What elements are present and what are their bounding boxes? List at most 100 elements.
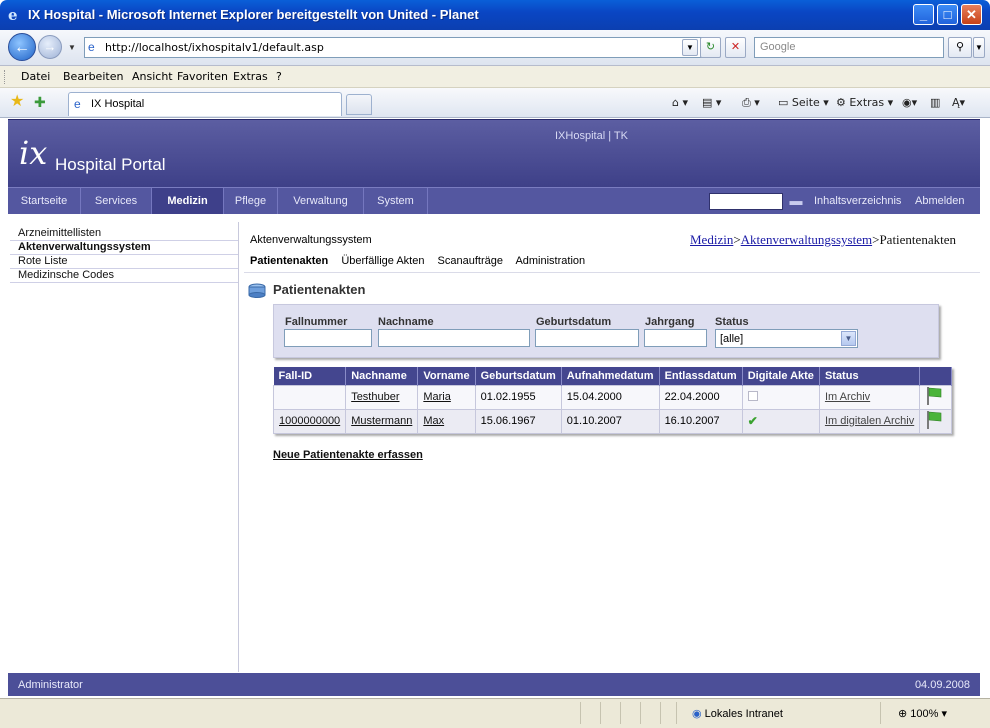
stop-icon[interactable]: ✕ xyxy=(725,37,746,58)
feeds-icon[interactable]: ▤ ▾ xyxy=(702,96,721,109)
breadcrumb-current: Patientenakten xyxy=(879,232,956,247)
sidebar-item-arzneimittellisten[interactable]: Arzneimittellisten xyxy=(18,227,238,240)
col-geburtsdatum[interactable]: Geburtsdatum xyxy=(475,367,562,385)
search-input[interactable]: Google xyxy=(754,37,944,58)
nachname-input[interactable] xyxy=(378,329,530,347)
cell-fall-id xyxy=(272,384,347,410)
link-status[interactable]: Im Archiv xyxy=(825,391,870,403)
translate-icon[interactable]: Ą▾ xyxy=(952,96,965,109)
col-status[interactable]: Status xyxy=(819,367,921,385)
nav-system[interactable]: System xyxy=(364,188,428,214)
col-aufnahmedatum[interactable]: Aufnahmedatum xyxy=(561,367,660,385)
nav-medizin[interactable]: Medizin xyxy=(152,188,224,214)
page-menu[interactable]: ▭ Seite ▾ xyxy=(778,96,829,109)
divider xyxy=(580,702,581,724)
nav-services[interactable]: Services xyxy=(81,188,152,214)
zoom-level[interactable]: ⊕ 100% ▾ xyxy=(898,707,947,720)
portal-footer: Administrator 04.09.2008 xyxy=(8,673,980,696)
link-vorname[interactable]: Maria xyxy=(423,391,451,403)
sidebar-item-rote-liste[interactable]: Rote Liste xyxy=(18,255,238,268)
help-icon[interactable]: ◉▾ xyxy=(902,96,917,109)
back-button[interactable]: ← xyxy=(8,33,36,61)
maximize-button[interactable]: □ xyxy=(937,4,958,25)
menu-favoriten[interactable]: Favoriten xyxy=(177,70,228,83)
menu-extras[interactable]: Extras xyxy=(233,70,268,83)
ie-logo-icon: e xyxy=(8,6,18,24)
refresh-icon[interactable]: ↻ xyxy=(700,37,721,58)
tab-bar: ★ ✚ e IX Hospital ⌂ ▾ ▤ ▾ ⎙ ▾ ▭ Seite ▾ … xyxy=(0,88,990,118)
cell-entlassdatum: 22.04.2000 xyxy=(658,384,743,410)
toc-link[interactable]: Inhaltsverzeichnis xyxy=(814,195,901,207)
tab-administration[interactable]: Administration xyxy=(515,255,585,267)
search-options-icon[interactable]: ▼ xyxy=(973,37,985,58)
address-dropdown-icon[interactable]: ▼ xyxy=(682,39,698,56)
logout-link[interactable]: Abmelden xyxy=(915,195,965,207)
research-icon[interactable]: ▥ xyxy=(930,96,940,109)
user-info[interactable]: IXHospital | TK xyxy=(555,130,628,142)
status-bar: ◉ Lokales Intranet ⊕ 100% ▾ xyxy=(0,698,990,728)
link-nachname[interactable]: Mustermann xyxy=(351,415,412,427)
page-icon: e xyxy=(88,40,95,54)
divider xyxy=(640,702,641,724)
link-fall-id[interactable]: 1000000000 xyxy=(279,415,340,427)
favorites-star-icon[interactable]: ★ xyxy=(10,94,24,110)
sidebar-item-medizinsche-codes[interactable]: Medizinsche Codes xyxy=(18,269,238,282)
col-vorname[interactable]: Vorname xyxy=(417,367,476,385)
forward-button[interactable]: → xyxy=(38,35,62,59)
geburtsdatum-input[interactable] xyxy=(535,329,639,347)
print-icon[interactable]: ⎙ ▾ xyxy=(742,96,760,110)
sidebar-divider xyxy=(238,222,239,672)
address-field[interactable]: e http://localhost/ixhospitalv1/default.… xyxy=(84,37,716,58)
menu-ansicht[interactable]: Ansicht xyxy=(132,70,173,83)
sidebar-item-aktenverwaltung[interactable]: Aktenverwaltungssystem xyxy=(18,241,238,254)
digital-checkbox-empty xyxy=(747,390,758,401)
col-nachname[interactable]: Nachname xyxy=(345,367,419,385)
table-row: Testhuber Maria 01.02.1955 15.04.2000 22… xyxy=(272,384,953,410)
link-nachname[interactable]: Testhuber xyxy=(351,391,399,403)
label-jahrgang: Jahrgang xyxy=(645,316,695,328)
fallnummer-input[interactable] xyxy=(284,329,372,347)
col-digitale-akte[interactable]: Digitale Akte xyxy=(742,367,820,385)
divider xyxy=(660,702,661,724)
new-record-link[interactable]: Neue Patientenakte erfassen xyxy=(273,449,423,461)
section-title: Patientenakten xyxy=(273,282,366,297)
menu-help[interactable]: ? xyxy=(276,70,282,83)
link-status[interactable]: Im digitalen Archiv xyxy=(825,415,914,427)
portal-logo: ix xyxy=(19,134,48,172)
add-favorite-icon[interactable]: ✚ xyxy=(34,94,46,110)
status-select[interactable]: [alle] ▼ xyxy=(715,329,858,348)
flag-icon[interactable] xyxy=(925,410,943,430)
label-nachname: Nachname xyxy=(378,316,434,328)
speech-bubble-icon[interactable]: ▬ xyxy=(786,193,806,210)
table-header-row: Fall-ID Nachname Vorname Geburtsdatum Au… xyxy=(273,367,953,385)
menu-bearbeiten[interactable]: Bearbeiten xyxy=(63,70,123,83)
col-fall-id[interactable]: Fall-ID xyxy=(273,367,347,385)
breadcrumb-medizin[interactable]: Medizin xyxy=(690,232,733,247)
col-flag xyxy=(919,367,953,385)
nav-pflege[interactable]: Pflege xyxy=(224,188,278,214)
menu-datei[interactable]: Datei xyxy=(21,70,50,83)
minimize-button[interactable]: _ xyxy=(913,4,934,25)
tab-ueberfaellige-akten[interactable]: Überfällige Akten xyxy=(341,255,424,267)
tools-menu[interactable]: ⚙ Extras ▾ xyxy=(836,96,893,109)
new-tab-button[interactable] xyxy=(346,94,372,115)
cell-aufnahmedatum: 15.04.2000 xyxy=(560,384,660,410)
tab-patientenakten[interactable]: Patientenakten xyxy=(250,255,328,267)
chevron-down-icon: ▼ xyxy=(841,331,856,346)
home-icon[interactable]: ⌂ ▾ xyxy=(672,96,688,109)
nav-verwaltung[interactable]: Verwaltung xyxy=(278,188,364,214)
jahrgang-input[interactable] xyxy=(644,329,707,347)
flag-icon[interactable] xyxy=(925,386,943,406)
link-vorname[interactable]: Max xyxy=(423,415,444,427)
cell-geburtsdatum: 15.06.1967 xyxy=(474,408,562,434)
search-icon[interactable]: ⚲ xyxy=(948,37,972,58)
breadcrumb-aktenverwaltung[interactable]: Aktenverwaltungssystem xyxy=(741,232,872,247)
col-entlassdatum[interactable]: Entlassdatum xyxy=(659,367,743,385)
patient-records-icon xyxy=(248,283,266,298)
portal-search-input[interactable] xyxy=(709,193,783,210)
tab-ix-hospital[interactable]: e IX Hospital xyxy=(68,92,342,116)
tab-scanauftraege[interactable]: Scanaufträge xyxy=(438,255,503,267)
nav-startseite[interactable]: Startseite xyxy=(8,188,81,214)
history-dropdown-icon[interactable]: ▼ xyxy=(68,43,76,52)
close-button[interactable]: ✕ xyxy=(961,4,982,25)
